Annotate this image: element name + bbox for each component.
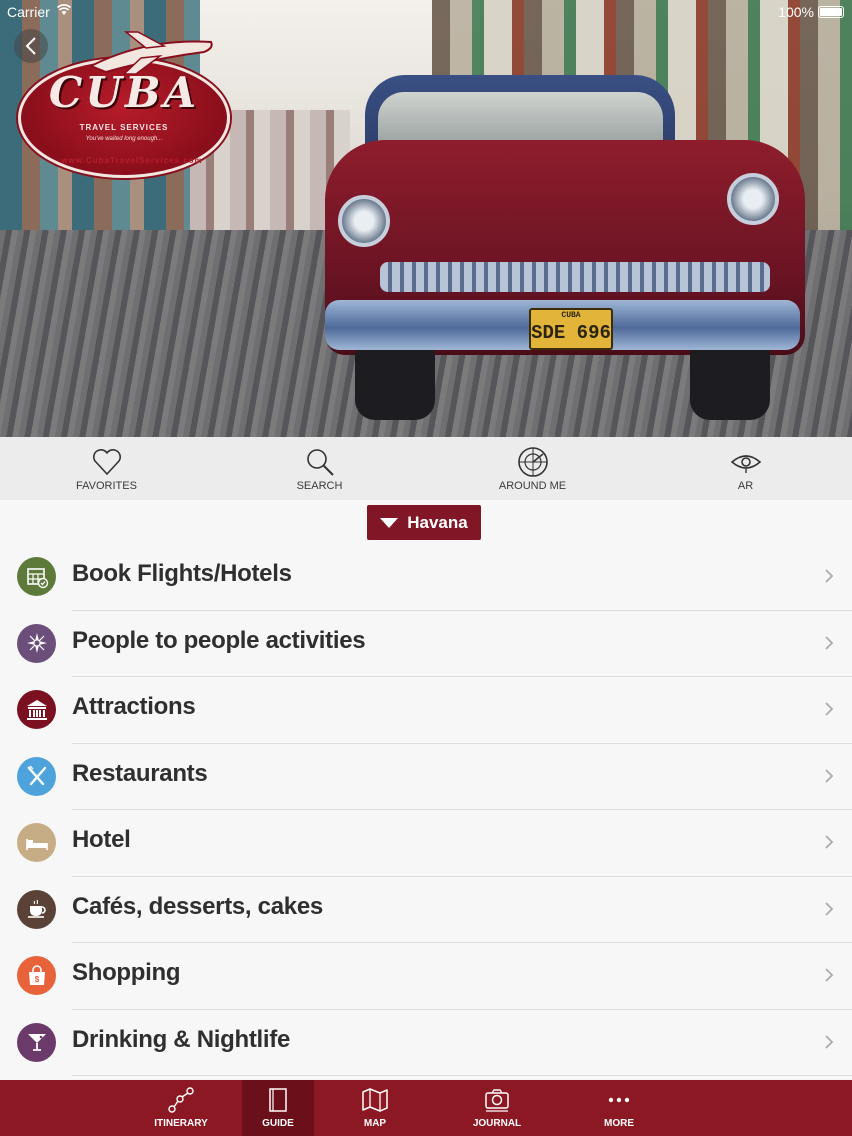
- cocktail-icon: [17, 1022, 56, 1062]
- favorites-button[interactable]: FAVORITES: [0, 437, 213, 500]
- caret-down-icon: [380, 517, 399, 528]
- list-item-attractions[interactable]: Attractions: [0, 677, 852, 744]
- search-button[interactable]: SEARCH: [213, 437, 426, 500]
- list-item-restaurants[interactable]: Restaurants: [0, 744, 852, 810]
- cuba-travel-logo: CUBA TRAVEL SERVICES You've waited long …: [16, 28, 230, 178]
- radar-icon: [517, 447, 548, 477]
- chevron-right-icon: [825, 768, 834, 783]
- list-item-label: People to people activities: [72, 626, 366, 654]
- chevron-right-icon: [825, 968, 834, 982]
- bottom-tab-bar: ITINERARY GUIDE MAP JOURNAL MORE: [0, 1080, 852, 1136]
- list-item-label: Attractions: [72, 693, 196, 720]
- city-selector-label: Havana: [407, 512, 468, 532]
- chevron-right-icon: [825, 901, 834, 916]
- list-item-hotel[interactable]: Hotel: [0, 810, 852, 877]
- heart-icon: [92, 449, 121, 475]
- list-item-cafes[interactable]: Cafés, desserts, cakes: [0, 877, 852, 943]
- tab-guide[interactable]: GUIDE: [242, 1080, 314, 1136]
- status-bar: Carrier 100%: [0, 0, 852, 24]
- more-icon: [608, 1097, 630, 1103]
- list-item-label: Cafés, desserts, cakes: [72, 892, 323, 920]
- chevron-right-icon: [825, 835, 834, 849]
- list-item-label: Drinking & Nightlife: [72, 1025, 290, 1053]
- bed-icon: [17, 823, 56, 862]
- guide-screen: CUBA SDE 696 Carrier 100% CUBA TRAVEL SE…: [0, 0, 852, 1136]
- tab-map[interactable]: MAP: [339, 1080, 411, 1136]
- map-icon: [362, 1088, 388, 1112]
- wifi-icon: [57, 4, 71, 15]
- list-item-label: Hotel: [72, 826, 131, 853]
- cutlery-icon: [17, 756, 56, 796]
- search-icon: [306, 449, 334, 476]
- list-item-people-to-people[interactable]: People to people activities: [0, 611, 852, 677]
- license-plate: CUBA SDE 696: [529, 308, 613, 350]
- tab-journal[interactable]: JOURNAL: [461, 1080, 533, 1136]
- quick-actions-toolbar: FAVORITES SEARCH AROUND ME AR: [0, 437, 852, 500]
- tab-more[interactable]: MORE: [583, 1080, 655, 1136]
- battery-percent: 100%: [778, 4, 814, 20]
- list-item-label: Shopping: [72, 959, 181, 986]
- chevron-left-icon: [25, 37, 36, 55]
- ar-button[interactable]: AR: [639, 437, 852, 500]
- battery-icon: [818, 6, 844, 18]
- itinerary-icon: [168, 1087, 194, 1113]
- list-item-book-flights-hotels[interactable]: Book Flights/Hotels: [0, 544, 852, 611]
- back-button[interactable]: [14, 29, 48, 63]
- compass-icon: [17, 623, 56, 663]
- booking-icon: [17, 557, 56, 596]
- carrier-label: Carrier: [7, 4, 50, 20]
- category-list: Book Flights/Hotels People to people act…: [0, 544, 852, 1076]
- book-icon: [269, 1088, 287, 1112]
- around-me-button[interactable]: AROUND ME: [426, 437, 639, 500]
- museum-icon: [17, 690, 56, 729]
- chevron-right-icon: [825, 1034, 834, 1049]
- list-item-label: Book Flights/Hotels: [72, 560, 292, 587]
- chevron-right-icon: [825, 635, 834, 650]
- list-item-label: Restaurants: [72, 759, 208, 787]
- camera-icon: [485, 1089, 509, 1112]
- city-selector-button[interactable]: Havana: [367, 505, 481, 540]
- shopping-bag-icon: $: [17, 956, 56, 995]
- svg-text:$: $: [34, 975, 39, 984]
- list-item-shopping[interactable]: $ Shopping: [0, 943, 852, 1010]
- eye-icon: [730, 455, 761, 473]
- tab-itinerary[interactable]: ITINERARY: [145, 1080, 217, 1136]
- coffee-cup-icon: [17, 889, 56, 929]
- chevron-right-icon: [825, 569, 834, 583]
- chevron-right-icon: [825, 702, 834, 716]
- list-item-drinking-nightlife[interactable]: Drinking & Nightlife: [0, 1010, 852, 1076]
